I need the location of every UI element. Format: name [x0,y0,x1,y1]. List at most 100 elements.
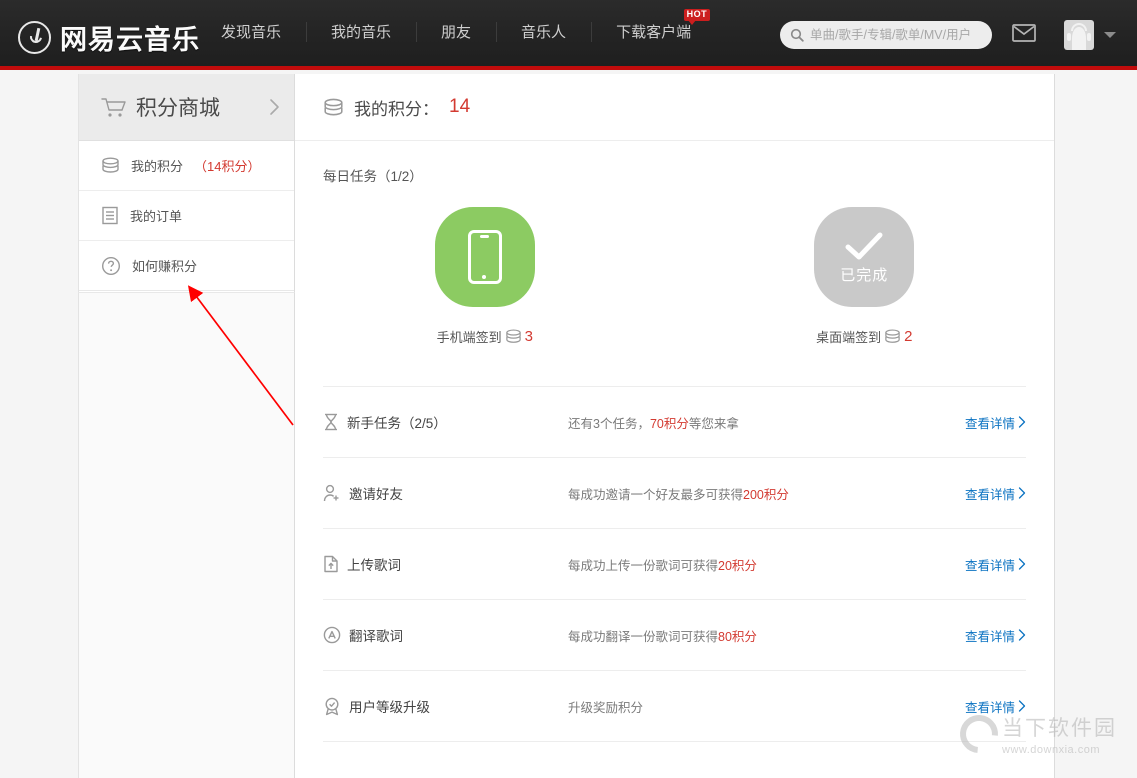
view-details-link[interactable]: 查看详情 [965,484,1026,503]
nav-item-label: 音乐人 [521,24,566,41]
nav-item-label: 朋友 [441,24,471,41]
main-content: 我的积分： 14 每日任务（1/2） 手机端签到 [295,74,1055,778]
sidebar-header-points-mall[interactable]: 积分商城 [79,74,294,141]
task-description: 升级奖励积分 [568,697,965,716]
task-row-newbie[interactable]: 新手任务（2/5） 还有3个任务，70积分等您来拿 查看详情 [323,387,1026,458]
task-description: 还有3个任务，70积分等您来拿 [568,413,965,432]
task-name-label: 用户等级升级 [349,696,430,716]
task-row-translate-lyrics[interactable]: 翻译歌词 每成功翻译一份歌词可获得80积分 查看详情 [323,600,1026,671]
mail-button[interactable] [1012,24,1036,47]
sidebar: 积分商城 我的积分 （14积分） [78,74,295,292]
order-list-icon [101,206,119,225]
task-name-label: 翻译歌词 [349,625,403,645]
my-points-label: 我的积分： [354,95,439,120]
task-name: 翻译歌词 [323,625,568,645]
card-caption-label: 手机端签到 [437,327,502,346]
daily-task-card-caption: 手机端签到 3 [437,327,533,346]
mobile-phone-icon [468,230,502,284]
daily-task-card-caption: 桌面端签到 2 [816,327,912,346]
page-body: 积分商城 我的积分 （14积分） [0,74,1137,778]
chevron-right-icon [1018,416,1026,428]
card-caption-label: 桌面端签到 [816,327,881,346]
coin-stack-icon [323,98,344,117]
page-root: 网易云音乐 发现音乐 我的音乐 朋友 音乐人 下载客户端 HOT [0,0,1137,778]
sidebar-item-my-orders[interactable]: 我的订单 [79,191,294,241]
daily-task-card-mobile-signin: 手机端签到 3 [295,207,675,346]
chevron-right-icon [1018,700,1026,712]
chevron-right-icon [1018,629,1026,641]
site-logo[interactable]: 网易云音乐 [18,18,200,57]
coin-stack-icon [101,157,120,174]
search-input[interactable] [810,28,990,42]
nav-item-my-music[interactable]: 我的音乐 [306,0,416,66]
view-details-link[interactable]: 查看详情 [965,697,1026,716]
search-box[interactable] [780,21,992,49]
chevron-right-icon [268,98,280,116]
task-name: 上传歌词 [323,554,568,574]
award-badge-icon [323,697,341,716]
daily-task-title: 每日任务（1/2） [295,141,1054,185]
question-circle-icon [101,256,121,276]
hot-badge: HOT [684,9,711,21]
top-header-bar: 网易云音乐 发现音乐 我的音乐 朋友 音乐人 下载客户端 HOT [0,0,1137,70]
sidebar-header-label: 积分商城 [136,92,259,122]
task-row-user-level-upgrade[interactable]: 用户等级升级 升级奖励积分 查看详情 [323,671,1026,742]
task-name-label: 上传歌词 [347,554,401,574]
check-mark-icon [842,230,886,262]
nav-item-musician[interactable]: 音乐人 [496,0,591,66]
my-points-value: 14 [449,96,470,118]
hourglass-icon [323,413,339,431]
task-desc-pre: 每成功邀请一个好友最多可获得 [568,488,743,502]
main-nav: 发现音乐 我的音乐 朋友 音乐人 下载客户端 HOT [196,0,716,66]
view-details-link[interactable]: 查看详情 [965,413,1026,432]
task-desc-post: 等您来拿 [689,417,739,431]
task-name: 新手任务（2/5） [323,412,568,432]
view-details-label: 查看详情 [965,626,1015,645]
daily-task-card-desktop-signin: 已完成 桌面端签到 2 [675,207,1055,346]
nav-item-label: 我的音乐 [331,24,391,41]
task-name: 用户等级升级 [323,696,568,716]
shopping-cart-icon [101,96,127,118]
file-upload-icon [323,555,339,573]
task-desc-highlight: 20积分 [718,559,757,573]
task-name: 邀请好友 [323,483,568,503]
sidebar-filler [78,292,295,778]
sidebar-item-label: 如何赚积分 [132,256,197,275]
card-reward-value: 3 [525,328,533,345]
translate-circle-icon [323,626,341,644]
nav-item-label: 发现音乐 [221,24,281,41]
my-points-header: 我的积分： 14 [295,74,1054,141]
view-details-label: 查看详情 [965,413,1015,432]
view-details-link[interactable]: 查看详情 [965,626,1026,645]
sidebar-item-label: 我的订单 [130,206,182,225]
task-row-invite-friends[interactable]: 邀请好友 每成功邀请一个好友最多可获得200积分 查看详情 [323,458,1026,529]
task-desc-highlight: 70积分 [650,417,689,431]
view-details-label: 查看详情 [965,484,1015,503]
add-person-icon [323,484,341,502]
sidebar-item-my-points[interactable]: 我的积分 （14积分） [79,141,294,191]
completed-label: 已完成 [840,264,888,285]
daily-task-cards: 手机端签到 3 已完成 [295,185,1054,346]
task-desc-highlight: 80积分 [718,630,757,644]
sidebar-item-how-to-earn-points[interactable]: 如何赚积分 [79,241,294,291]
task-desc-pre: 升级奖励积分 [568,701,643,715]
nav-item-friends[interactable]: 朋友 [416,0,496,66]
task-description: 每成功上传一份歌词可获得20积分 [568,555,965,574]
mail-envelope-icon [1012,24,1036,42]
nav-item-download-client[interactable]: 下载客户端 HOT [591,0,716,66]
search-icon [790,28,804,42]
chevron-right-icon [1018,487,1026,499]
coin-stack-icon [505,329,522,344]
task-desc-pre: 每成功翻译一份歌词可获得 [568,630,718,644]
view-details-label: 查看详情 [965,697,1015,716]
task-row-upload-lyrics[interactable]: 上传歌词 每成功上传一份歌词可获得20积分 查看详情 [323,529,1026,600]
task-name-label: 新手任务（2/5） [347,412,447,432]
coin-stack-icon [884,329,901,344]
mobile-signin-button[interactable] [435,207,535,307]
chevron-down-icon[interactable] [1104,32,1116,38]
nav-item-discover[interactable]: 发现音乐 [196,0,306,66]
sidebar-item-label: 我的积分 [131,156,183,175]
sidebar-item-sublabel: （14积分） [194,156,260,175]
avatar[interactable] [1064,20,1094,50]
view-details-link[interactable]: 查看详情 [965,555,1026,574]
